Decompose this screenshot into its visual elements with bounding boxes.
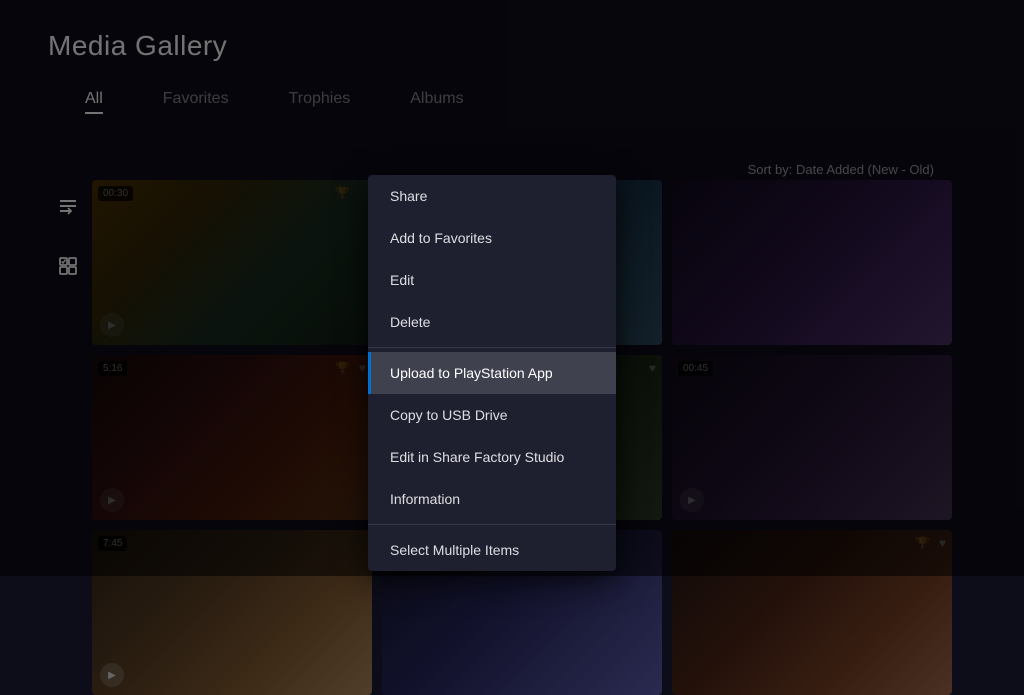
context-menu: Share Add to Favorites Edit Delete Uploa… <box>368 175 616 571</box>
menu-item-share[interactable]: Share <box>368 175 616 217</box>
menu-divider <box>368 347 616 348</box>
menu-divider-2 <box>368 524 616 525</box>
menu-item-share-factory[interactable]: Edit in Share Factory Studio <box>368 436 616 478</box>
menu-item-upload-psapp[interactable]: Upload to PlayStation App <box>368 352 616 394</box>
menu-item-select-multiple[interactable]: Select Multiple Items <box>368 529 616 571</box>
menu-item-copy-usb[interactable]: Copy to USB Drive <box>368 394 616 436</box>
menu-item-add-favorites[interactable]: Add to Favorites <box>368 217 616 259</box>
menu-item-edit[interactable]: Edit <box>368 259 616 301</box>
play-button[interactable]: ▶ <box>100 663 124 687</box>
menu-item-delete[interactable]: Delete <box>368 301 616 343</box>
menu-item-information[interactable]: Information <box>368 478 616 520</box>
